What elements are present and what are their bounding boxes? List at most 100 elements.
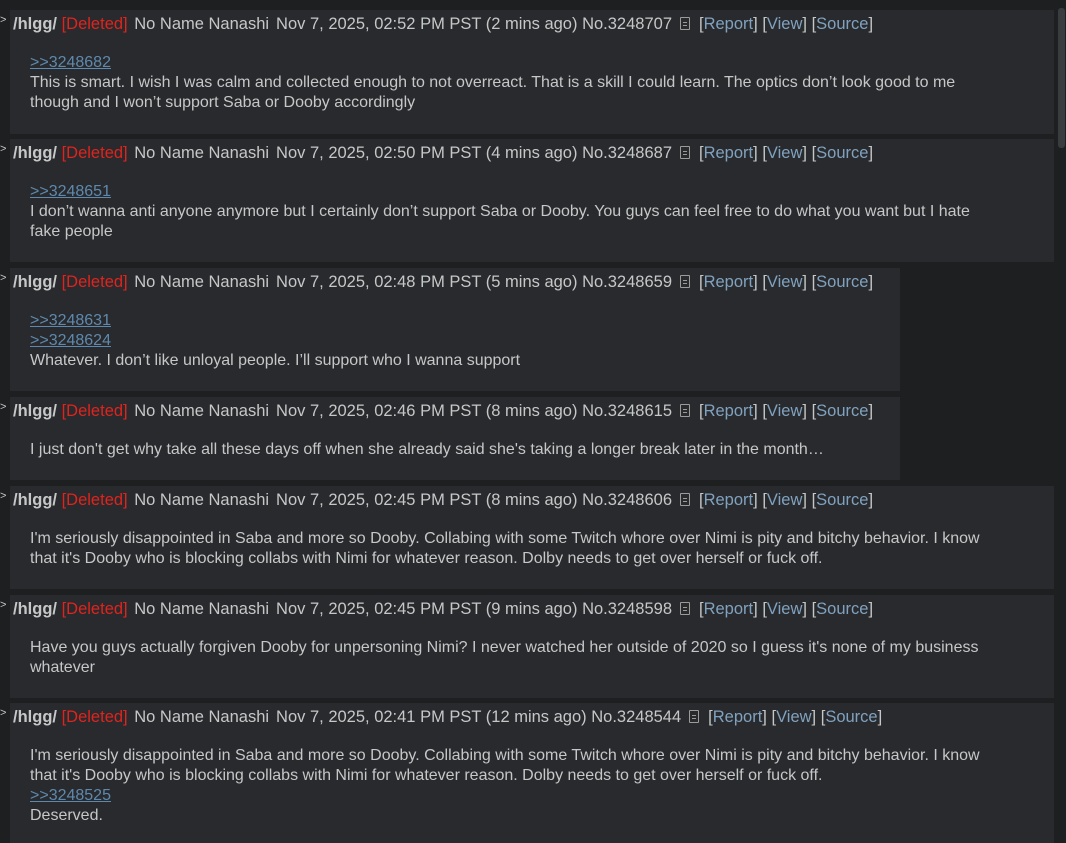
post: > /hlgg/ [Deleted] No Name Nanashi Nov 7, … — [0, 595, 1054, 698]
bracket: ] — [802, 273, 807, 291]
expand-arrow-icon[interactable]: > — [0, 273, 6, 284]
board-link[interactable]: /hlgg/ — [13, 491, 57, 509]
post: > /hlgg/ [Deleted] No Name Nanashi Nov 7, … — [0, 703, 1054, 843]
source-link[interactable]: Source — [825, 708, 877, 726]
post-header: /hlgg/ [Deleted] No Name Nanashi Nov 7, 2… — [13, 707, 882, 727]
deleted-badge: [Deleted] — [61, 15, 128, 33]
view-link[interactable]: View — [767, 402, 802, 420]
bracket: ] — [753, 402, 758, 420]
post-header: /hlgg/ [Deleted] No Name Nanashi Nov 7, 2… — [13, 14, 873, 34]
bracket: ] — [868, 402, 874, 420]
bracket: ] — [802, 600, 807, 618]
view-link[interactable]: View — [767, 144, 802, 162]
view-link[interactable]: View — [767, 15, 802, 33]
post-text: whatever — [30, 659, 95, 676]
report-link[interactable]: Report — [704, 15, 754, 33]
quote-link[interactable]: >>3248651 — [30, 182, 970, 202]
post: > /hlgg/ [Deleted] No Name Nanashi Nov 7, … — [0, 397, 900, 480]
source-link[interactable]: Source — [816, 600, 868, 618]
bracket: ] — [868, 491, 874, 509]
board-link[interactable]: /hlgg/ — [13, 144, 57, 162]
file-icon[interactable] — [680, 404, 690, 417]
quote-link[interactable]: >>3248525 — [30, 786, 980, 806]
expand-arrow-icon[interactable]: > — [0, 15, 6, 26]
poster-name: No Name Nanashi — [134, 15, 270, 33]
source-link[interactable]: Source — [816, 144, 868, 162]
file-icon[interactable] — [680, 17, 690, 30]
board-link[interactable]: /hlgg/ — [13, 402, 57, 420]
bracket: ] — [753, 600, 758, 618]
post-date: Nov 7, 2025, 02:50 PM PST (4 mins ago) — [276, 144, 578, 162]
scrollbar[interactable] — [1056, 0, 1066, 839]
expand-arrow-icon[interactable]: > — [0, 491, 6, 502]
quote-link[interactable]: >>3248624 — [30, 331, 520, 351]
scrollbar-thumb[interactable] — [1058, 8, 1065, 148]
expand-arrow-icon[interactable]: > — [0, 600, 6, 611]
post-text: Have you guys actually forgiven Dooby fo… — [30, 639, 979, 656]
post: > /hlgg/ [Deleted] No Name Nanashi Nov 7, … — [0, 10, 1054, 134]
source-link[interactable]: Source — [816, 273, 868, 291]
source-link[interactable]: Source — [816, 15, 868, 33]
report-link[interactable]: Report — [704, 144, 754, 162]
post-text: Deserved. — [30, 807, 103, 824]
post-text: fake people — [30, 223, 113, 240]
view-link[interactable]: View — [767, 273, 802, 291]
post: > /hlgg/ [Deleted] No Name Nanashi Nov 7, … — [0, 139, 1054, 262]
report-link[interactable]: Report — [704, 402, 754, 420]
report-link[interactable]: Report — [713, 708, 763, 726]
bracket: ] — [868, 15, 874, 33]
file-icon[interactable] — [680, 275, 690, 288]
post-date: Nov 7, 2025, 02:48 PM PST (5 mins ago) — [276, 273, 578, 291]
source-link[interactable]: Source — [816, 402, 868, 420]
post-body: >>3248631 >>3248624 Whatever. I don’t like… — [30, 311, 520, 371]
post-header: /hlgg/ [Deleted] No Name Nanashi Nov 7, 2… — [13, 490, 873, 510]
expand-arrow-icon[interactable]: > — [0, 708, 6, 719]
post-number[interactable]: No.3248615 — [582, 402, 672, 420]
post-number[interactable]: No.3248598 — [582, 600, 672, 618]
post: > /hlgg/ [Deleted] No Name Nanashi Nov 7, … — [0, 268, 900, 391]
post-header: /hlgg/ [Deleted] No Name Nanashi Nov 7, 2… — [13, 143, 873, 163]
post-date: Nov 7, 2025, 02:45 PM PST (9 mins ago) — [276, 600, 578, 618]
view-link[interactable]: View — [767, 491, 802, 509]
expand-arrow-icon[interactable]: > — [0, 144, 6, 155]
view-link[interactable]: View — [767, 600, 802, 618]
bracket: ] — [868, 144, 874, 162]
post-text: I don’t wanna anti anyone anymore but I … — [30, 203, 970, 220]
bracket: ] — [868, 600, 874, 618]
post-text: I'm seriously disappointed in Saba and m… — [30, 530, 980, 547]
post-date: Nov 7, 2025, 02:46 PM PST (8 mins ago) — [276, 402, 578, 420]
bracket: ] — [811, 708, 817, 726]
bracket: ] — [802, 402, 807, 420]
deleted-badge: [Deleted] — [61, 402, 128, 420]
file-icon[interactable] — [680, 493, 690, 506]
report-link[interactable]: Report — [704, 600, 754, 618]
view-link[interactable]: View — [776, 708, 811, 726]
post-body: >>3248651 I don’t wanna anti anyone anymo… — [30, 182, 970, 242]
expand-arrow-icon[interactable]: > — [0, 402, 6, 413]
board-link[interactable]: /hlgg/ — [13, 600, 57, 618]
poster-name: No Name Nanashi — [134, 402, 270, 420]
post-number[interactable]: No.3248606 — [582, 491, 672, 509]
board-link[interactable]: /hlgg/ — [13, 15, 57, 33]
source-link[interactable]: Source — [816, 491, 868, 509]
post-number[interactable]: No.3248659 — [582, 273, 672, 291]
report-link[interactable]: Report — [704, 491, 754, 509]
quote-link[interactable]: >>3248682 — [30, 53, 955, 73]
board-link[interactable]: /hlgg/ — [13, 273, 57, 291]
post-body: I'm seriously disappointed in Saba and m… — [30, 746, 980, 826]
post-text: though and I won’t support Saba or Dooby… — [30, 94, 416, 111]
post-text: that it's Dooby who is blocking collabs … — [30, 767, 823, 784]
report-link[interactable]: Report — [704, 273, 754, 291]
file-icon[interactable] — [689, 710, 700, 723]
file-icon[interactable] — [680, 146, 690, 159]
post-date: Nov 7, 2025, 02:45 PM PST (8 mins ago) — [276, 491, 578, 509]
board-link[interactable]: /hlgg/ — [13, 708, 57, 726]
post-body: >>3248682 This is smart. I wish I was cal… — [30, 53, 955, 113]
post-number[interactable]: No.3248707 — [582, 15, 672, 33]
post-number[interactable]: No.3248544 — [591, 708, 681, 726]
post-number[interactable]: No.3248687 — [582, 144, 672, 162]
file-icon[interactable] — [680, 602, 690, 615]
deleted-badge: [Deleted] — [61, 491, 128, 509]
quote-link[interactable]: >>3248631 — [30, 311, 520, 331]
deleted-badge: [Deleted] — [61, 144, 128, 162]
